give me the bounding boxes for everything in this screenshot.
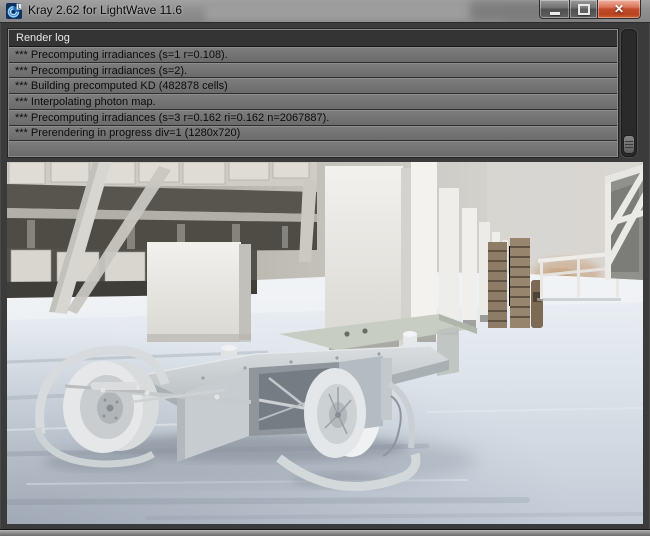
minimize-icon: [550, 12, 560, 15]
render-viewport: [7, 162, 643, 524]
window-controls: ✕: [539, 0, 641, 18]
scrollbar-grip-icon: [625, 141, 633, 149]
render-log-header: Render log: [9, 30, 617, 47]
window-title: Kray 2.62 for LightWave 11.6: [28, 3, 182, 17]
log-scrollbar[interactable]: [621, 29, 637, 157]
log-row[interactable]: *** Building precomputed KD (482878 cell…: [9, 78, 617, 94]
titlebar[interactable]: L Kray 2.62 for LightWave 11.6 ✕: [0, 0, 650, 23]
app-icon[interactable]: L: [6, 3, 22, 19]
log-row[interactable]: *** Prerendering in progress div=1 (1280…: [9, 126, 617, 142]
close-icon: ✕: [614, 1, 624, 17]
maximize-icon: [578, 4, 590, 15]
log-row-empty: [9, 141, 617, 156]
kray-window: L Kray 2.62 for LightWave 11.6 ✕ Render …: [0, 0, 650, 536]
render-log-panel: Render log *** Precomputing irradiances …: [8, 29, 618, 157]
log-row[interactable]: *** Precomputing irradiances (s=2).: [9, 63, 617, 79]
maximize-button[interactable]: [570, 0, 598, 19]
log-row[interactable]: *** Interpolating photon map.: [9, 94, 617, 110]
titlebar-glass-highlight: [205, 3, 505, 21]
log-row[interactable]: *** Precomputing irradiances (s=3 r=0.16…: [9, 110, 617, 126]
render-preview-image: [7, 162, 643, 524]
scrollbar-thumb[interactable]: [623, 135, 635, 154]
minimize-button[interactable]: [539, 0, 570, 19]
window-bottom-frame: [0, 529, 650, 536]
log-row[interactable]: *** Precomputing irradiances (s=1 r=0.10…: [9, 47, 617, 63]
close-button[interactable]: ✕: [598, 0, 641, 19]
